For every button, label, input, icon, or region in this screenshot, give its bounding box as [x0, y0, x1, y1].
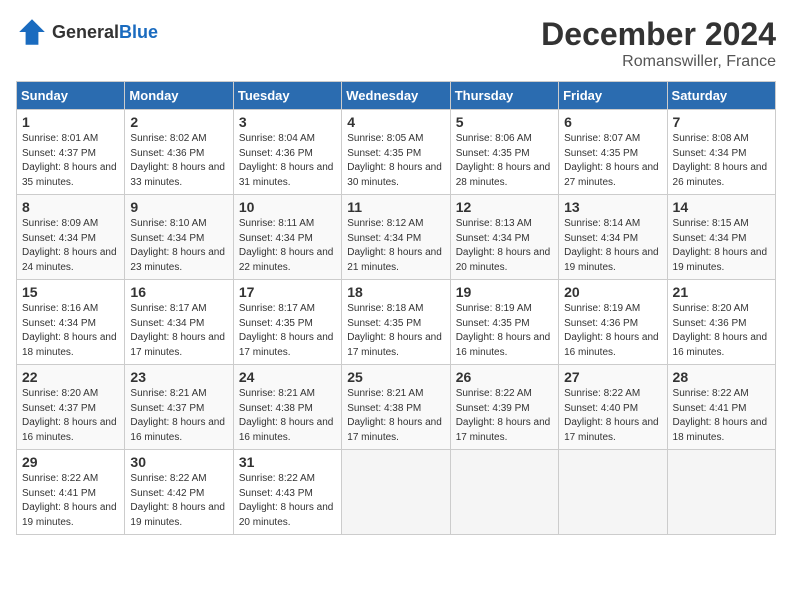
day-13: 13 Sunrise: 8:14 AMSunset: 4:34 PMDaylig…	[559, 195, 667, 280]
empty-cell-4	[667, 450, 775, 535]
day-17: 17 Sunrise: 8:17 AMSunset: 4:35 PMDaylig…	[233, 280, 341, 365]
logo-text: GeneralBlue	[52, 22, 158, 43]
week-row-3: 15 Sunrise: 8:16 AMSunset: 4:34 PMDaylig…	[17, 280, 776, 365]
col-sunday: Sunday	[17, 82, 125, 110]
col-wednesday: Wednesday	[342, 82, 450, 110]
day-28: 28 Sunrise: 8:22 AMSunset: 4:41 PMDaylig…	[667, 365, 775, 450]
col-tuesday: Tuesday	[233, 82, 341, 110]
day-29: 29 Sunrise: 8:22 AMSunset: 4:41 PMDaylig…	[17, 450, 125, 535]
logo-general: General	[52, 22, 119, 42]
day-1: 1 Sunrise: 8:01 AMSunset: 4:37 PMDayligh…	[17, 110, 125, 195]
logo-blue: Blue	[119, 22, 158, 42]
day-19: 19 Sunrise: 8:19 AMSunset: 4:35 PMDaylig…	[450, 280, 558, 365]
week-row-2: 8 Sunrise: 8:09 AMSunset: 4:34 PMDayligh…	[17, 195, 776, 280]
day-27: 27 Sunrise: 8:22 AMSunset: 4:40 PMDaylig…	[559, 365, 667, 450]
week-row-1: 1 Sunrise: 8:01 AMSunset: 4:37 PMDayligh…	[17, 110, 776, 195]
calendar-body: 1 Sunrise: 8:01 AMSunset: 4:37 PMDayligh…	[17, 110, 776, 535]
day-31: 31 Sunrise: 8:22 AMSunset: 4:43 PMDaylig…	[233, 450, 341, 535]
day-14: 14 Sunrise: 8:15 AMSunset: 4:34 PMDaylig…	[667, 195, 775, 280]
day-26: 26 Sunrise: 8:22 AMSunset: 4:39 PMDaylig…	[450, 365, 558, 450]
week-row-5: 29 Sunrise: 8:22 AMSunset: 4:41 PMDaylig…	[17, 450, 776, 535]
location-title: Romanswiller, France	[541, 53, 776, 71]
day-9: 9 Sunrise: 8:10 AMSunset: 4:34 PMDayligh…	[125, 195, 233, 280]
empty-cell-3	[559, 450, 667, 535]
day-7: 7 Sunrise: 8:08 AMSunset: 4:34 PMDayligh…	[667, 110, 775, 195]
empty-cell-1	[342, 450, 450, 535]
day-11: 11 Sunrise: 8:12 AMSunset: 4:34 PMDaylig…	[342, 195, 450, 280]
day-18: 18 Sunrise: 8:18 AMSunset: 4:35 PMDaylig…	[342, 280, 450, 365]
title-block: December 2024 Romanswiller, France	[541, 16, 776, 71]
page-header: GeneralBlue December 2024 Romanswiller, …	[16, 16, 776, 71]
day-4: 4 Sunrise: 8:05 AMSunset: 4:35 PMDayligh…	[342, 110, 450, 195]
col-friday: Friday	[559, 82, 667, 110]
day-23: 23 Sunrise: 8:21 AMSunset: 4:37 PMDaylig…	[125, 365, 233, 450]
day-25: 25 Sunrise: 8:21 AMSunset: 4:38 PMDaylig…	[342, 365, 450, 450]
col-monday: Monday	[125, 82, 233, 110]
day-5: 5 Sunrise: 8:06 AMSunset: 4:35 PMDayligh…	[450, 110, 558, 195]
day-6: 6 Sunrise: 8:07 AMSunset: 4:35 PMDayligh…	[559, 110, 667, 195]
day-24: 24 Sunrise: 8:21 AMSunset: 4:38 PMDaylig…	[233, 365, 341, 450]
calendar-table: Sunday Monday Tuesday Wednesday Thursday…	[16, 81, 776, 535]
logo: GeneralBlue	[16, 16, 158, 48]
day-30: 30 Sunrise: 8:22 AMSunset: 4:42 PMDaylig…	[125, 450, 233, 535]
day-12: 12 Sunrise: 8:13 AMSunset: 4:34 PMDaylig…	[450, 195, 558, 280]
day-2: 2 Sunrise: 8:02 AMSunset: 4:36 PMDayligh…	[125, 110, 233, 195]
logo-icon	[16, 16, 48, 48]
day-21: 21 Sunrise: 8:20 AMSunset: 4:36 PMDaylig…	[667, 280, 775, 365]
calendar-header-row: Sunday Monday Tuesday Wednesday Thursday…	[17, 82, 776, 110]
day-15: 15 Sunrise: 8:16 AMSunset: 4:34 PMDaylig…	[17, 280, 125, 365]
col-saturday: Saturday	[667, 82, 775, 110]
week-row-4: 22 Sunrise: 8:20 AMSunset: 4:37 PMDaylig…	[17, 365, 776, 450]
day-20: 20 Sunrise: 8:19 AMSunset: 4:36 PMDaylig…	[559, 280, 667, 365]
month-title: December 2024	[541, 16, 776, 53]
day-16: 16 Sunrise: 8:17 AMSunset: 4:34 PMDaylig…	[125, 280, 233, 365]
day-8: 8 Sunrise: 8:09 AMSunset: 4:34 PMDayligh…	[17, 195, 125, 280]
col-thursday: Thursday	[450, 82, 558, 110]
empty-cell-2	[450, 450, 558, 535]
day-22: 22 Sunrise: 8:20 AMSunset: 4:37 PMDaylig…	[17, 365, 125, 450]
day-3: 3 Sunrise: 8:04 AMSunset: 4:36 PMDayligh…	[233, 110, 341, 195]
day-10: 10 Sunrise: 8:11 AMSunset: 4:34 PMDaylig…	[233, 195, 341, 280]
